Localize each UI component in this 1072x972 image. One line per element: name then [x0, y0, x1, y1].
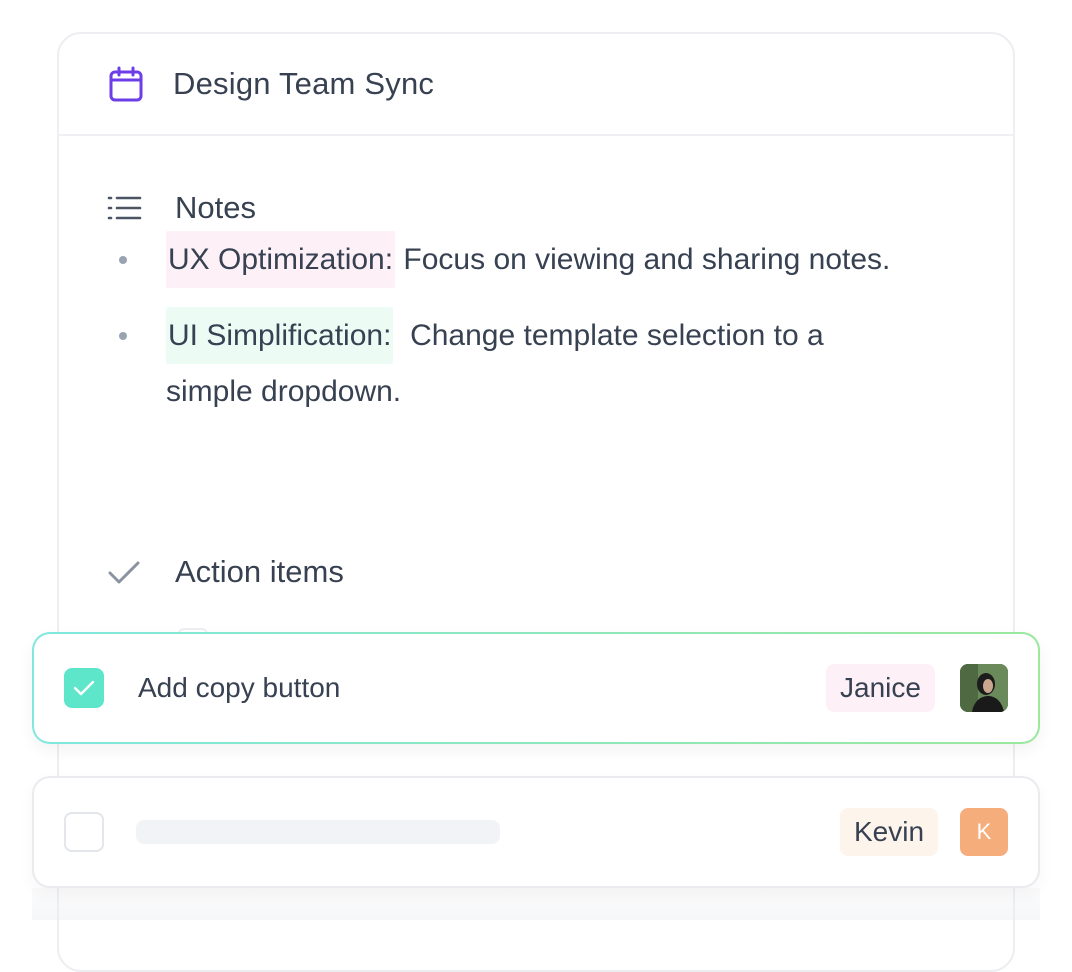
task-checkbox[interactable] — [64, 812, 104, 852]
avatar-photo-icon — [960, 664, 1008, 712]
task-text-placeholder[interactable] — [136, 820, 500, 844]
action-items-heading: Action items — [105, 553, 344, 591]
note-text: Focus on viewing and sharing notes. — [395, 243, 891, 276]
checkmark-icon — [73, 680, 95, 696]
meeting-header: Design Team Sync — [59, 34, 1013, 136]
note-highlight: UI Simplification: — [166, 307, 394, 364]
avatar — [960, 664, 1008, 712]
meeting-title: Design Team Sync — [173, 66, 435, 101]
assignee-tag[interactable]: Janice — [826, 664, 935, 712]
avatar: K — [960, 808, 1008, 856]
note-item: UI Simplification: Change template selec… — [118, 307, 918, 420]
list-icon — [105, 189, 143, 227]
check-icon — [105, 553, 143, 591]
note-item: UX Optimization: Focus on viewing and sh… — [118, 231, 918, 288]
action-items-heading-label: Action items — [175, 554, 344, 589]
notes-heading: Notes — [105, 189, 256, 227]
card-border-right — [1013, 888, 1015, 920]
bullet-icon — [119, 256, 127, 264]
bottom-shadow — [32, 888, 1040, 920]
bullet-icon — [119, 332, 127, 340]
task-text[interactable]: Add copy button — [138, 672, 340, 704]
task-checkbox[interactable] — [64, 668, 104, 708]
avatar-initial: K — [976, 819, 992, 844]
card-border-left — [57, 888, 59, 920]
calendar-icon — [107, 65, 145, 103]
assignee-tag[interactable]: Kevin — [840, 808, 939, 856]
note-highlight: UX Optimization: — [166, 231, 396, 288]
notes-heading-label: Notes — [175, 190, 256, 225]
task-row[interactable]: Kevin K — [32, 776, 1040, 888]
task-row[interactable]: Add copy button Janice — [32, 632, 1040, 744]
notes-list: UX Optimization: Focus on viewing and sh… — [118, 231, 918, 440]
